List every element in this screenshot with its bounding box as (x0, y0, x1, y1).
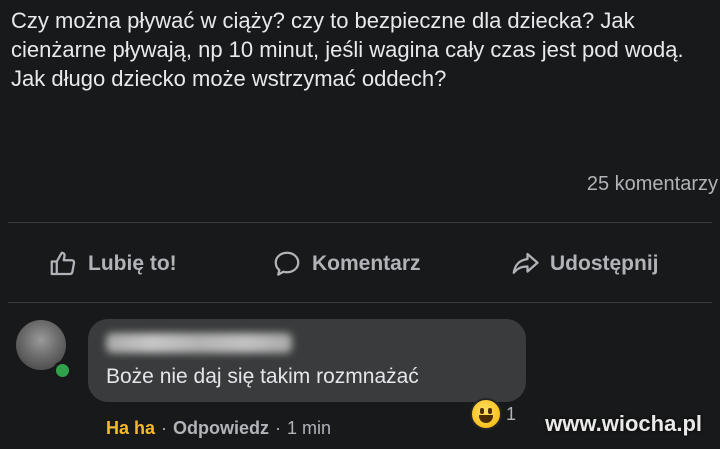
reply-link[interactable]: Odpowiedz (173, 418, 269, 439)
reaction-count: 1 (506, 403, 517, 424)
comment-button[interactable]: Komentarz (272, 240, 421, 288)
comment-count-link[interactable]: 25 komentarzy (587, 173, 718, 196)
comment-reactions[interactable]: 1 (470, 398, 516, 430)
post-actions-bar: Lubię to! Komentarz Udostępnij (0, 240, 720, 288)
comment-meta-row: Ha ha · Odpowiedz · 1 min (106, 418, 331, 439)
meta-separator: · (161, 418, 168, 438)
like-label: Lubię to! (88, 252, 177, 275)
meta-separator: · (275, 418, 282, 438)
divider-bottom (8, 302, 712, 303)
laughing-emoji-icon (470, 398, 502, 430)
speech-bubble-icon (274, 251, 300, 276)
comment-label: Komentarz (312, 252, 421, 275)
share-label: Udostępnij (550, 252, 659, 275)
watermark: www.wiocha.pl (545, 411, 702, 436)
like-button[interactable]: Lubię to! (48, 240, 177, 288)
comment-time[interactable]: 1 min (287, 418, 331, 439)
share-button[interactable]: Udostępnij (510, 240, 659, 288)
comment-text: Boże nie daj się takim rozmnażać (106, 365, 419, 388)
comment-bubble: Boże nie daj się takim rozmnażać (88, 319, 526, 402)
commenter-name-blurred[interactable] (106, 333, 292, 353)
post-text: Czy można pływać w ciąży? czy to bezpiec… (11, 8, 684, 91)
thumbs-up-icon (50, 251, 76, 276)
haha-reaction-link[interactable]: Ha ha (106, 418, 155, 439)
share-arrow-icon (512, 252, 539, 274)
divider-top (8, 222, 712, 223)
online-status-dot (53, 361, 72, 380)
